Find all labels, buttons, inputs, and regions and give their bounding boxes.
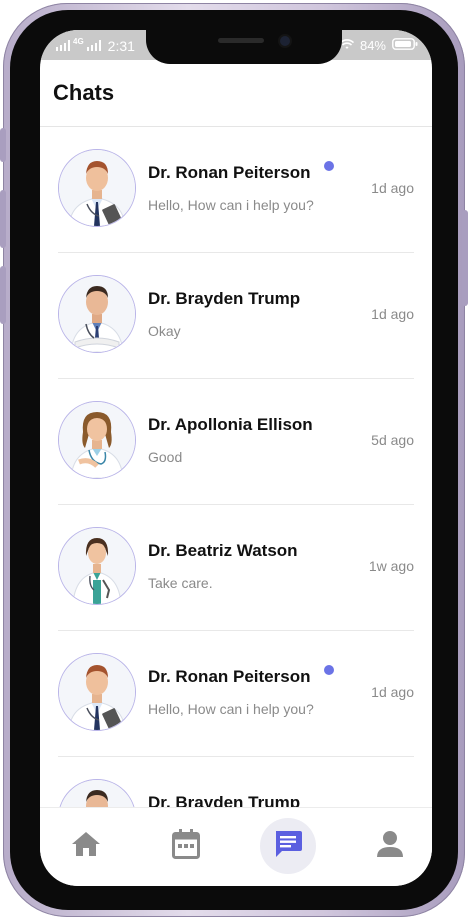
doctor-avatar xyxy=(58,527,136,605)
chat-time: 1d ago xyxy=(371,684,414,700)
home-icon xyxy=(71,831,101,862)
phone-screen: 4G 2:31 84% Chats Dr. Ronan Peiterson He… xyxy=(40,30,432,886)
chat-name: Dr. Ronan Peiterson xyxy=(148,667,311,686)
chat-name: Dr. Ronan Peiterson xyxy=(148,163,311,182)
network-type: 4G xyxy=(73,36,84,46)
notch xyxy=(146,30,342,64)
status-bar: 4G 2:31 84% xyxy=(40,30,432,64)
nav-home[interactable] xyxy=(58,818,114,874)
calendar-icon xyxy=(172,828,200,864)
chat-time: 1d ago xyxy=(371,180,414,196)
chat-last-message: Hello, How can i help you? xyxy=(148,701,314,717)
battery-percent: 84% xyxy=(359,38,386,53)
chat-time: 1w ago xyxy=(368,558,414,574)
status-time: 2:31 xyxy=(107,38,135,54)
chat-item[interactable]: Dr. Ronan Peiterson Hello, How can i hel… xyxy=(58,127,414,253)
chat-list[interactable]: Dr. Ronan Peiterson Hello, How can i hel… xyxy=(40,127,432,807)
chat-last-message: Hello, How can i help you? xyxy=(148,197,314,213)
chat-item[interactable]: Dr. Brayden Trump Okay 1d ago xyxy=(58,253,414,379)
bottom-navigation xyxy=(40,807,432,886)
nav-chats[interactable] xyxy=(260,818,316,874)
doctor-avatar xyxy=(58,653,136,731)
chat-name: Dr. Apollonia Ellison xyxy=(148,415,313,434)
wifi-icon xyxy=(339,38,355,53)
side-button-volume-down xyxy=(0,266,6,324)
chat-last-message: Okay xyxy=(148,323,181,339)
chat-name: Dr. Brayden Trump xyxy=(148,793,301,807)
chat-item[interactable]: Dr. Ronan Peiterson Hello, How can i hel… xyxy=(58,631,414,757)
doctor-avatar xyxy=(58,779,136,807)
battery-icon xyxy=(392,38,418,53)
chat-time: 5d ago xyxy=(371,432,414,448)
doctor-avatar xyxy=(58,275,136,353)
chat-time: 1d ago xyxy=(371,306,414,322)
profile-icon xyxy=(376,830,404,863)
chat-icon xyxy=(273,830,303,863)
side-button-volume-up xyxy=(0,190,6,248)
chat-last-message: Good xyxy=(148,449,183,465)
unread-dot xyxy=(324,161,334,171)
chats-header: Chats xyxy=(40,60,432,127)
page-title: Chats xyxy=(53,80,115,105)
chat-item[interactable]: Dr. Brayden Trump xyxy=(58,757,414,807)
chat-item[interactable]: Dr. Apollonia Ellison Good 5d ago xyxy=(58,379,414,505)
speaker xyxy=(218,38,264,43)
chat-last-message: Take care. xyxy=(148,575,213,591)
chat-item[interactable]: Dr. Beatriz Watson Take care. 1w ago xyxy=(58,505,414,631)
nav-profile[interactable] xyxy=(362,818,418,874)
signal-icon-2 xyxy=(86,39,101,54)
front-camera xyxy=(280,36,290,46)
doctor-avatar xyxy=(58,401,136,479)
side-button-mute xyxy=(0,128,6,162)
side-button-power xyxy=(462,210,468,306)
signal-icon xyxy=(56,39,70,54)
chat-name: Dr. Beatriz Watson xyxy=(148,541,298,560)
nav-appointments[interactable] xyxy=(158,818,214,874)
chat-name: Dr. Brayden Trump xyxy=(148,289,301,308)
doctor-avatar xyxy=(58,149,136,227)
unread-dot xyxy=(324,665,334,675)
